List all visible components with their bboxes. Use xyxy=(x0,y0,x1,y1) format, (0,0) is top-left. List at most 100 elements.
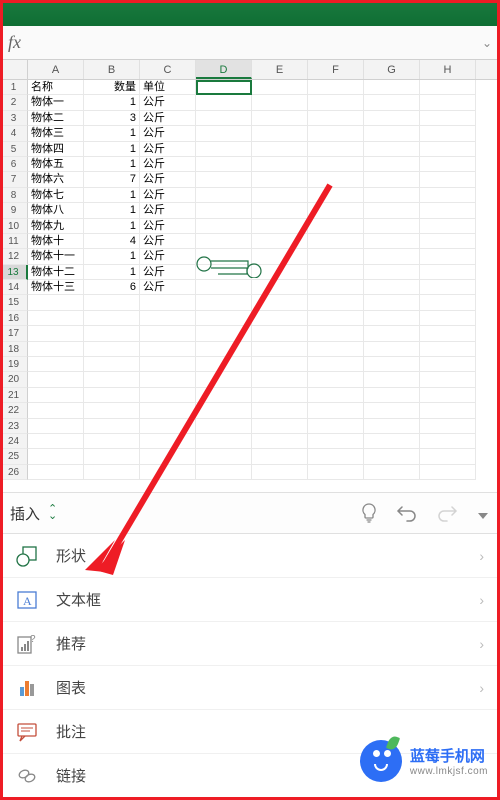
table-row[interactable]: 24 xyxy=(0,434,500,449)
cell[interactable] xyxy=(196,449,252,464)
cell[interactable] xyxy=(420,80,476,95)
cell[interactable] xyxy=(252,219,308,234)
cell[interactable]: 公斤 xyxy=(140,280,196,295)
cell[interactable] xyxy=(28,419,84,434)
table-row[interactable]: 11物体十4公斤 xyxy=(0,234,500,249)
cell[interactable] xyxy=(308,419,364,434)
formula-input[interactable] xyxy=(36,35,482,51)
row-header[interactable]: 22 xyxy=(0,403,28,418)
row-header[interactable]: 14 xyxy=(0,280,28,295)
cell[interactable] xyxy=(140,311,196,326)
cell[interactable] xyxy=(364,280,420,295)
cell[interactable] xyxy=(84,295,140,310)
row-header[interactable]: 24 xyxy=(0,434,28,449)
cell[interactable] xyxy=(308,126,364,141)
cell[interactable] xyxy=(196,188,252,203)
cell[interactable] xyxy=(364,188,420,203)
cell[interactable] xyxy=(252,111,308,126)
cell[interactable] xyxy=(196,157,252,172)
cell[interactable]: 公斤 xyxy=(140,157,196,172)
row-header[interactable]: 26 xyxy=(0,465,28,480)
table-row[interactable]: 25 xyxy=(0,449,500,464)
cell[interactable] xyxy=(28,295,84,310)
cell[interactable] xyxy=(252,434,308,449)
cell[interactable] xyxy=(84,419,140,434)
cell[interactable]: 公斤 xyxy=(140,188,196,203)
column-header-C[interactable]: C xyxy=(140,60,196,79)
cell[interactable]: 物体七 xyxy=(28,188,84,203)
cell[interactable] xyxy=(420,372,476,387)
cell[interactable] xyxy=(196,311,252,326)
cell[interactable] xyxy=(196,342,252,357)
cell[interactable] xyxy=(252,465,308,480)
cell[interactable] xyxy=(252,249,308,264)
column-header-F[interactable]: F xyxy=(308,60,364,79)
cell[interactable] xyxy=(364,142,420,157)
cell[interactable]: 1 xyxy=(84,203,140,218)
menu-item-chart[interactable]: 图表 › xyxy=(0,666,500,710)
cell[interactable]: 物体五 xyxy=(28,157,84,172)
cell[interactable] xyxy=(364,295,420,310)
row-header[interactable]: 15 xyxy=(0,295,28,310)
cell[interactable] xyxy=(252,265,308,280)
cell[interactable] xyxy=(196,419,252,434)
cell[interactable] xyxy=(420,388,476,403)
cell[interactable] xyxy=(28,372,84,387)
cell[interactable] xyxy=(308,388,364,403)
cell[interactable]: 物体十二 xyxy=(28,265,84,280)
row-header[interactable]: 5 xyxy=(0,142,28,157)
row-header[interactable]: 3 xyxy=(0,111,28,126)
cell[interactable] xyxy=(196,249,252,264)
table-row[interactable]: 14物体十三6公斤 xyxy=(0,280,500,295)
cell[interactable] xyxy=(308,280,364,295)
cell[interactable]: 1 xyxy=(84,126,140,141)
cell[interactable] xyxy=(84,449,140,464)
cell[interactable] xyxy=(28,357,84,372)
cell[interactable]: 公斤 xyxy=(140,172,196,187)
cell[interactable] xyxy=(364,249,420,264)
cell[interactable] xyxy=(140,295,196,310)
cell[interactable] xyxy=(420,111,476,126)
row-header[interactable]: 12 xyxy=(0,249,28,264)
cell[interactable] xyxy=(196,280,252,295)
table-row[interactable]: 9物体八1公斤 xyxy=(0,203,500,218)
cell[interactable] xyxy=(252,188,308,203)
cell[interactable] xyxy=(364,434,420,449)
cell[interactable] xyxy=(420,295,476,310)
cell[interactable] xyxy=(140,326,196,341)
chevron-down-icon[interactable]: ⌄ xyxy=(482,36,492,50)
cell[interactable] xyxy=(196,95,252,110)
cell[interactable] xyxy=(252,234,308,249)
table-row[interactable]: 4物体三1公斤 xyxy=(0,126,500,141)
cell[interactable] xyxy=(308,142,364,157)
row-header[interactable]: 4 xyxy=(0,126,28,141)
cell[interactable] xyxy=(364,403,420,418)
table-row[interactable]: 2物体一1公斤 xyxy=(0,95,500,110)
cell[interactable] xyxy=(420,172,476,187)
cell[interactable]: 公斤 xyxy=(140,203,196,218)
dropdown-arrows-icon[interactable]: ⌃⌄ xyxy=(48,506,57,520)
cell[interactable]: 物体十一 xyxy=(28,249,84,264)
cell[interactable] xyxy=(364,388,420,403)
cell[interactable] xyxy=(420,326,476,341)
cell[interactable]: 公斤 xyxy=(140,142,196,157)
cell[interactable] xyxy=(140,403,196,418)
cell[interactable] xyxy=(84,403,140,418)
cell[interactable] xyxy=(364,203,420,218)
column-header-E[interactable]: E xyxy=(252,60,308,79)
cell[interactable] xyxy=(308,188,364,203)
cell[interactable] xyxy=(420,265,476,280)
column-header-G[interactable]: G xyxy=(364,60,420,79)
row-header[interactable]: 25 xyxy=(0,449,28,464)
cell[interactable] xyxy=(308,95,364,110)
cell[interactable] xyxy=(420,95,476,110)
table-row[interactable]: 18 xyxy=(0,342,500,357)
cell[interactable]: 物体十三 xyxy=(28,280,84,295)
table-row[interactable]: 8物体七1公斤 xyxy=(0,188,500,203)
cell[interactable]: 1 xyxy=(84,95,140,110)
cell[interactable] xyxy=(28,311,84,326)
cell[interactable] xyxy=(420,434,476,449)
cell[interactable] xyxy=(420,342,476,357)
cell[interactable]: 物体八 xyxy=(28,203,84,218)
cell[interactable] xyxy=(196,295,252,310)
